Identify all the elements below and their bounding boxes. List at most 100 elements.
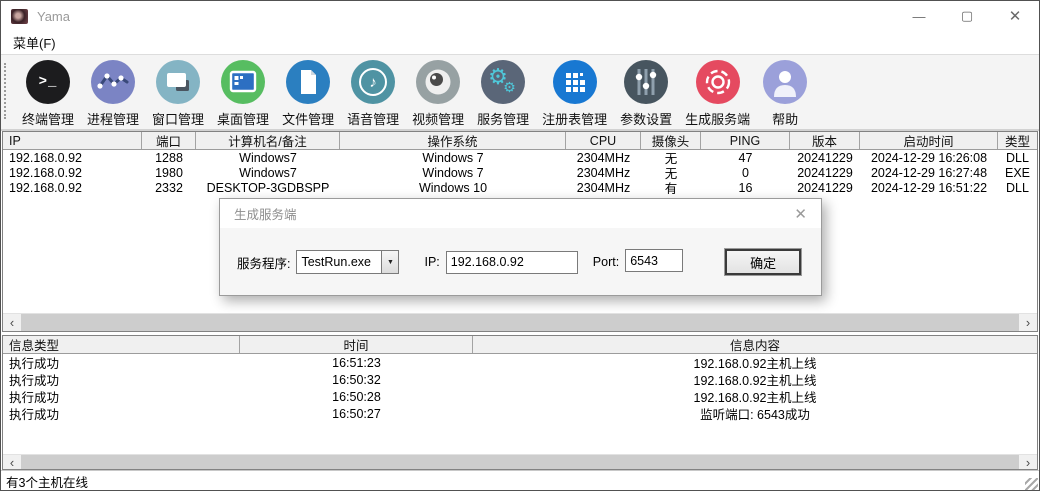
cell-os: Windows 7: [340, 165, 566, 180]
toolbar-button-video[interactable]: 视频管理: [407, 60, 469, 128]
toolbar-button-help[interactable]: 帮助: [758, 60, 812, 128]
dialog-title-bar: 生成服务端 ✕: [220, 199, 821, 228]
help-person-icon: [763, 60, 807, 104]
close-button[interactable]: ✕: [991, 1, 1039, 31]
cell-time: 16:50:28: [240, 388, 473, 405]
scrollbar-thumb[interactable]: [21, 314, 1019, 331]
toolbar-button-process[interactable]: 进程管理: [82, 60, 144, 128]
toolbar-button-params[interactable]: 参数设置: [615, 60, 677, 128]
minimize-button[interactable]: —: [895, 1, 943, 31]
toolbar-label: 进程管理: [87, 109, 139, 128]
toolbar-button-window[interactable]: 窗口管理: [147, 60, 209, 128]
cell-ip: 192.168.0.92: [3, 165, 142, 180]
log-row[interactable]: 执行成功 16:50:32 192.168.0.92主机上线: [3, 371, 1037, 388]
scroll-left-icon[interactable]: ‹: [3, 314, 21, 331]
toolbar-button-file[interactable]: 文件管理: [277, 60, 339, 128]
dialog-body: 服务程序: TestRun.exe ▼ IP: Port: 确定: [220, 228, 821, 296]
toolbar-button-desktop[interactable]: 桌面管理: [212, 60, 274, 128]
program-label: 服务程序:: [237, 253, 290, 272]
cell-start-time: 2024-12-29 16:51:22: [860, 180, 998, 195]
cell-info-type: 执行成功: [3, 405, 240, 422]
params-sliders-icon: [624, 60, 668, 104]
scrollbar-thumb[interactable]: [21, 455, 1019, 469]
column-header-version[interactable]: 版本: [790, 132, 860, 149]
toolbar-button-registry[interactable]: 注册表管理: [537, 60, 612, 128]
toolbar-label: 窗口管理: [152, 109, 204, 128]
toolbar-label: 生成服务端: [685, 109, 750, 128]
toolbar-gripper[interactable]: [4, 63, 8, 119]
cell-type: DLL: [998, 180, 1037, 195]
ip-field[interactable]: [446, 251, 578, 274]
scroll-right-icon[interactable]: ›: [1019, 314, 1037, 331]
log-empty-area: [3, 422, 1037, 454]
window-icon: [156, 60, 200, 104]
maximize-button[interactable]: ▢: [943, 1, 991, 31]
column-header-port[interactable]: 端口: [142, 132, 196, 149]
cell-computer-name: Windows7: [196, 150, 340, 165]
chevron-down-icon[interactable]: ▼: [381, 251, 398, 273]
column-header-ip[interactable]: IP: [3, 132, 142, 149]
toolbar-label: 视频管理: [412, 109, 464, 128]
cell-os: Windows 7: [340, 150, 566, 165]
column-header-camera[interactable]: 摄像头: [641, 132, 701, 149]
menu-bar: 菜单(F): [1, 31, 1039, 54]
generate-server-dialog: 生成服务端 ✕ 服务程序: TestRun.exe ▼ IP: Port: 确定: [219, 198, 822, 296]
dialog-close-icon[interactable]: ✕: [794, 205, 807, 223]
cell-computer-name: DESKTOP-3GDBSPP: [196, 180, 340, 195]
log-row[interactable]: 执行成功 16:50:27 监听端口: 6543成功: [3, 405, 1037, 422]
cell-info-content: 监听端口: 6543成功: [473, 405, 1037, 422]
cell-info-type: 执行成功: [3, 354, 240, 371]
cell-port: 1288: [142, 150, 196, 165]
cell-cpu: 2304MHz: [566, 180, 641, 195]
host-row[interactable]: 192.168.0.92 1288 Windows7 Windows 7 230…: [3, 150, 1037, 165]
column-header-start-time[interactable]: 启动时间: [860, 132, 998, 149]
cell-camera: 无: [641, 165, 701, 180]
service-gears-icon: ⚙ ⚙: [481, 60, 525, 104]
cell-ping: 0: [701, 165, 790, 180]
scroll-right-icon[interactable]: ›: [1019, 455, 1037, 469]
log-row[interactable]: 执行成功 16:50:28 192.168.0.92主机上线: [3, 388, 1037, 405]
dialog-title: 生成服务端: [234, 204, 297, 223]
resize-grip[interactable]: [1025, 478, 1038, 491]
cell-info-content: 192.168.0.92主机上线: [473, 371, 1037, 388]
toolbar-label: 参数设置: [620, 109, 672, 128]
toolbar: >_ 终端管理 进程管理 窗口管理: [1, 54, 1039, 131]
toolbar-button-service[interactable]: ⚙ ⚙ 服务管理: [472, 60, 534, 128]
column-header-computer-name[interactable]: 计算机名/备注: [196, 132, 340, 149]
program-select[interactable]: TestRun.exe ▼: [296, 250, 399, 274]
toolbar-button-audio[interactable]: ♪ 语音管理: [342, 60, 404, 128]
toolbar-button-terminal[interactable]: >_ 终端管理: [17, 60, 79, 128]
log-row[interactable]: 执行成功 16:51:23 192.168.0.92主机上线: [3, 354, 1037, 371]
column-header-time[interactable]: 时间: [240, 336, 473, 353]
host-row[interactable]: 192.168.0.92 1980 Windows7 Windows 7 230…: [3, 165, 1037, 180]
cell-ip: 192.168.0.92: [3, 180, 142, 195]
toolbar-label: 帮助: [772, 109, 798, 128]
cell-version: 20241229: [790, 150, 860, 165]
column-header-os[interactable]: 操作系统: [340, 132, 566, 149]
column-header-info-type[interactable]: 信息类型: [3, 336, 240, 353]
menu-item-menu[interactable]: 菜单(F): [9, 31, 60, 54]
registry-grid-icon: [553, 60, 597, 104]
scroll-left-icon[interactable]: ‹: [3, 455, 21, 469]
toolbar-button-generate-server[interactable]: 生成服务端: [680, 60, 755, 128]
column-header-info-content[interactable]: 信息内容: [473, 336, 1037, 353]
hosts-table-header: IP 端口 计算机名/备注 操作系统 CPU 摄像头 PING 版本 启动时间 …: [3, 132, 1037, 150]
host-row[interactable]: 192.168.0.92 2332 DESKTOP-3GDBSPP Window…: [3, 180, 1037, 195]
window-controls: — ▢ ✕: [895, 1, 1039, 31]
log-horizontal-scrollbar: ‹ ›: [3, 454, 1037, 469]
toolbar-label: 终端管理: [22, 109, 74, 128]
cell-ip: 192.168.0.92: [3, 150, 142, 165]
desktop-icon: [221, 60, 265, 104]
port-field[interactable]: [625, 249, 683, 272]
status-bar: 有3个主机在线: [1, 470, 1039, 491]
log-panel: 信息类型 时间 信息内容 执行成功 16:51:23 192.168.0.92主…: [2, 335, 1038, 470]
toolbar-label: 桌面管理: [217, 109, 269, 128]
column-header-ping[interactable]: PING: [701, 132, 790, 149]
column-header-cpu[interactable]: CPU: [566, 132, 641, 149]
cell-type: EXE: [998, 165, 1037, 180]
cell-cpu: 2304MHz: [566, 150, 641, 165]
ok-button[interactable]: 确定: [725, 249, 801, 275]
cell-cpu: 2304MHz: [566, 165, 641, 180]
column-header-type[interactable]: 类型: [998, 132, 1037, 149]
toolbar-label: 服务管理: [477, 109, 529, 128]
